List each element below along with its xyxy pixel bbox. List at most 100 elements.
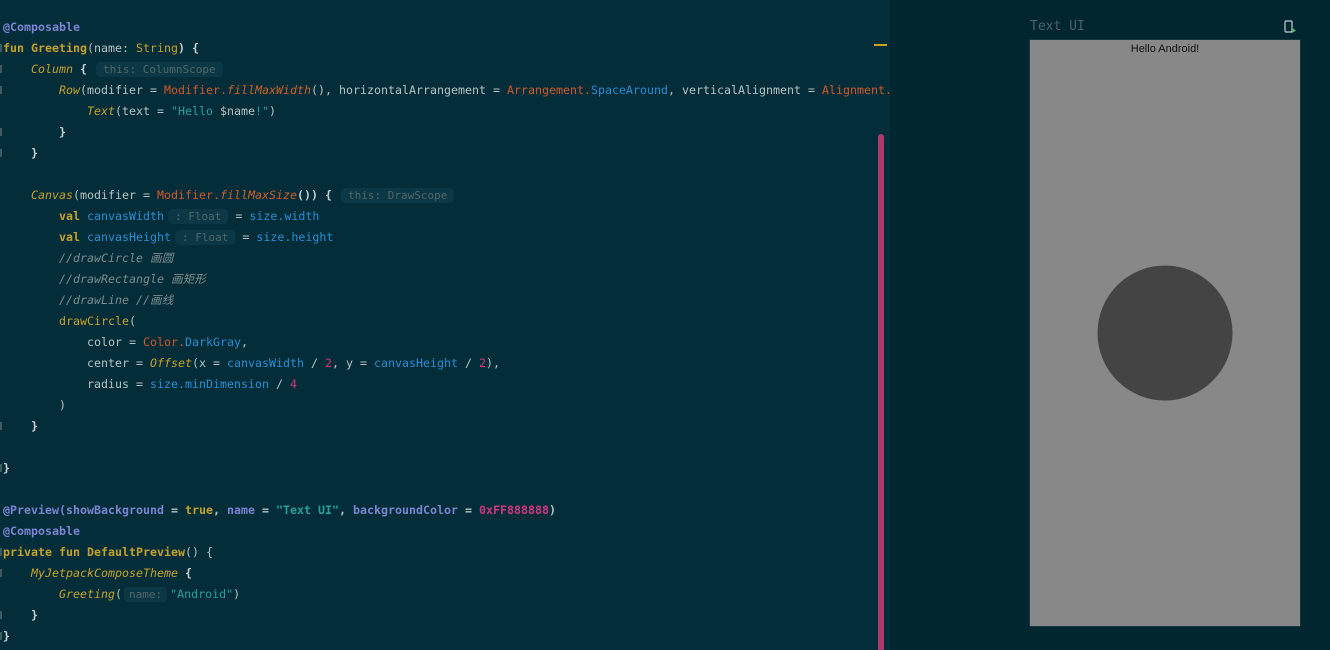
code-punctuation: } <box>3 460 10 475</box>
code-editor[interactable]: @Composable fun Greeting(name: String) {… <box>0 0 890 650</box>
object-reference: Modifier. <box>164 82 227 97</box>
code-line[interactable]: @Composable <box>3 521 890 542</box>
code-line[interactable]: Column {this: ColumnScope <box>3 59 890 80</box>
composable-call: Canvas <box>31 187 73 202</box>
property-reference: canvasWidth <box>87 208 164 223</box>
fold-marker[interactable] <box>0 611 2 619</box>
preview-greeting-text: Hello Android! <box>1130 43 1200 55</box>
property-reference: DarkGray <box>185 334 241 349</box>
fold-marker[interactable] <box>0 464 2 472</box>
code-line[interactable]: //drawRectangle 画矩形 <box>3 269 890 290</box>
property-reference: canvasHeight <box>87 229 171 244</box>
preview-circle <box>1097 265 1233 401</box>
object-reference: Modifier. <box>157 187 220 202</box>
code-line[interactable]: val canvasWidth: Float = size.width <box>3 206 890 227</box>
code-line[interactable]: center = Offset(x = canvasWidth / 2, y =… <box>3 353 890 374</box>
function-call: drawCircle <box>59 313 129 328</box>
warning-marker[interactable] <box>874 44 887 46</box>
fold-marker[interactable] <box>0 128 2 136</box>
code-line[interactable]: Canvas(modifier = Modifier.fillMaxSize()… <box>3 185 890 206</box>
code-text: (x = <box>192 355 227 370</box>
property-reference: SpaceAround <box>590 82 668 97</box>
preview-panel: Text UI Hello Android! <box>890 0 1330 650</box>
fold-marker[interactable] <box>0 422 2 430</box>
code-line[interactable]: //drawCircle 画圆 <box>3 248 890 269</box>
code-text: (modifier = <box>80 82 164 97</box>
composable-call: MyJetpackComposeTheme <box>31 565 178 580</box>
code-line[interactable]: } <box>3 605 890 626</box>
fold-marker[interactable] <box>0 569 2 577</box>
composable-call: Row <box>59 82 80 97</box>
code-line[interactable]: drawCircle( <box>3 311 890 332</box>
type-name: String <box>136 40 178 55</box>
code-line[interactable]: ) <box>3 395 890 416</box>
code-line[interactable]: radius = size.minDimension / 4 <box>3 374 890 395</box>
deploy-preview-button[interactable] <box>1283 19 1297 33</box>
code-line[interactable]: Row(modifier = Modifier.fillMaxWidth(), … <box>3 80 890 101</box>
code-text: , <box>241 334 248 349</box>
code-text: (name: <box>87 40 136 55</box>
code-content[interactable]: @Composable fun Greeting(name: String) {… <box>3 17 890 647</box>
fold-marker[interactable] <box>0 149 2 157</box>
editor-scrollbar[interactable] <box>878 134 884 650</box>
code-line[interactable]: MyJetpackComposeTheme { <box>3 563 890 584</box>
fold-marker[interactable] <box>0 86 2 94</box>
property-reference: canvasWidth <box>227 355 304 370</box>
keyword: private fun <box>3 544 87 559</box>
code-line[interactable]: private fun DefaultPreview() { <box>3 542 890 563</box>
code-text: = <box>228 208 250 223</box>
composable-call: Offset <box>150 355 192 370</box>
number-literal: 0xFF888888 <box>478 502 549 517</box>
number-literal: 2 <box>325 355 332 370</box>
annotation-argument-name: backgroundColor <box>352 502 458 517</box>
code-text: = <box>163 502 185 517</box>
code-text: center = <box>87 355 150 370</box>
code-line[interactable]: } <box>3 143 890 164</box>
composable-call: Column <box>31 61 73 76</box>
code-text: () { <box>184 544 213 559</box>
code-text: ) <box>548 502 556 517</box>
fold-marker[interactable] <box>0 44 2 52</box>
inlay-hint: this: DrawScope <box>341 187 455 203</box>
deploy-to-device-icon <box>1284 20 1296 33</box>
code-text: = <box>457 502 479 517</box>
code-text: ( <box>115 586 122 601</box>
code-punctuation: { <box>177 565 192 580</box>
code-line[interactable]: } <box>3 626 890 647</box>
code-line[interactable]: color = Color.DarkGray, <box>3 332 890 353</box>
code-line[interactable]: } <box>3 458 890 479</box>
code-text: radius = <box>87 376 150 391</box>
code-punctuation: ()) { <box>297 187 332 202</box>
code-line[interactable] <box>3 437 890 458</box>
code-line[interactable]: Text(text = "Hello $name!") <box>3 101 890 122</box>
annotation: @Composable <box>3 523 80 538</box>
code-line[interactable]: fun Greeting(name: String) { <box>3 38 890 59</box>
preview-circle-layer <box>1097 265 1233 401</box>
code-line[interactable]: } <box>3 122 890 143</box>
fold-marker[interactable] <box>0 632 2 640</box>
string-literal: "Hello <box>171 103 220 118</box>
preview-title: Text UI <box>1030 19 1085 34</box>
code-punctuation: ) { <box>178 40 199 55</box>
code-line[interactable]: @Preview(showBackground = true, name = "… <box>3 500 890 521</box>
annotation: @Preview( <box>3 502 66 517</box>
code-line[interactable]: } <box>3 416 890 437</box>
code-line[interactable] <box>3 164 890 185</box>
object-reference: Alignment. <box>821 82 890 97</box>
code-line[interactable]: val canvasHeight: Float = size.height <box>3 227 890 248</box>
fold-marker[interactable] <box>0 65 2 73</box>
code-line[interactable] <box>3 479 890 500</box>
preview-canvas[interactable]: Hello Android! <box>1030 40 1300 626</box>
code-line[interactable]: @Composable <box>3 17 890 38</box>
code-text: / <box>268 376 290 391</box>
property-reference: canvasHeight <box>374 355 458 370</box>
fold-marker[interactable] <box>0 548 2 556</box>
code-punctuation: } <box>31 418 38 433</box>
object-reference: Arrangement. <box>506 82 591 97</box>
code-text: (modifier = <box>73 187 157 202</box>
comment: //drawRectangle 画矩形 <box>59 271 206 286</box>
code-line[interactable]: Greeting(name: "Android") <box>3 584 890 605</box>
inlay-hint: : Float <box>168 208 229 224</box>
property-reference: size.minDimension <box>150 376 269 391</box>
code-line[interactable]: //drawLine //画线 <box>3 290 890 311</box>
